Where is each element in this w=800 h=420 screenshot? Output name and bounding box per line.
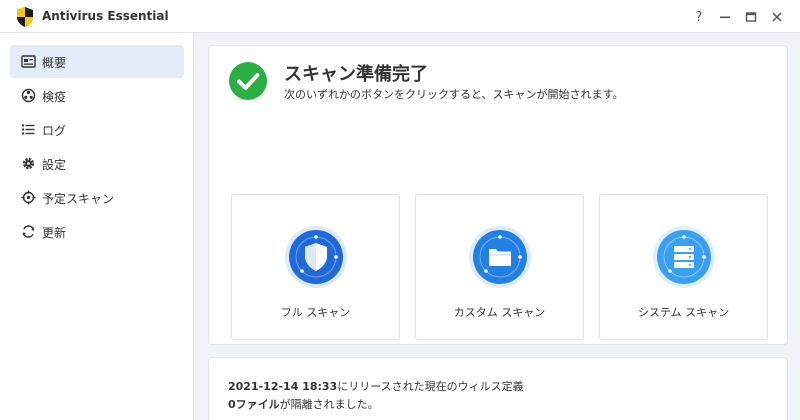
sidebar-item-overview[interactable]: 概要 — [10, 45, 184, 78]
sidebar-item-scheduled-scan[interactable]: 予定スキャン — [10, 181, 184, 214]
gear-icon — [22, 157, 35, 170]
definitions-datetime: 2021-12-14 18:33 — [228, 380, 338, 393]
server-icon — [653, 226, 715, 288]
custom-scan-button[interactable]: カスタム スキャン — [415, 194, 584, 340]
check-circle-icon — [229, 62, 267, 100]
title-bar: Antivirus Essential ? — [0, 0, 800, 33]
sidebar-item-label: 検疫 — [42, 90, 67, 104]
maximize-icon — [745, 12, 757, 22]
refresh-icon — [22, 225, 35, 238]
app-title: Antivirus Essential — [42, 9, 169, 23]
sidebar-item-log[interactable]: ログ — [10, 113, 184, 146]
crosshair-icon — [21, 190, 36, 205]
sidebar: 概要 検疫 ログ 設定 予定スキャン 更新 — [0, 33, 194, 420]
scan-status-panel: スキャン準備完了 次のいずれかのボタンをクリックすると、スキャンが開始されます。… — [208, 45, 788, 345]
maximize-button[interactable] — [741, 7, 761, 27]
overview-icon — [21, 55, 36, 68]
sidebar-item-label: ログ — [42, 124, 67, 138]
sidebar-item-update[interactable]: 更新 — [10, 215, 184, 248]
status-description: 次のいずれかのボタンをクリックすると、スキャンが開始されます。 — [284, 88, 624, 101]
sidebar-item-label: 更新 — [42, 226, 67, 240]
system-scan-button[interactable]: システム スキャン — [599, 194, 768, 340]
page-title: スキャン準備完了 — [284, 64, 428, 85]
definitions-info: 2021-12-14 18:33にリリースされた現在のウィルス定義 — [228, 378, 524, 394]
definitions-release-text: にリリースされた現在のウィルス定義 — [337, 380, 524, 393]
quarantine-icon — [21, 88, 36, 103]
full-scan-button[interactable]: フル スキャン — [231, 194, 400, 340]
scan-label: フル スキャン — [280, 306, 351, 319]
sidebar-item-label: 設定 — [42, 158, 67, 172]
scan-label: カスタム スキャン — [453, 306, 546, 319]
folder-icon — [469, 226, 531, 288]
definitions-panel: 2021-12-14 18:33にリリースされた現在のウィルス定義 0ファイルが… — [208, 357, 788, 420]
quarantine-count: 0ファイル — [228, 398, 280, 411]
minimize-button[interactable] — [715, 7, 735, 27]
close-button[interactable] — [767, 7, 787, 27]
sidebar-item-quarantine[interactable]: 検疫 — [10, 79, 184, 112]
sidebar-item-settings[interactable]: 設定 — [10, 147, 184, 180]
minimize-icon — [720, 16, 730, 19]
log-list-icon — [22, 124, 35, 135]
help-button[interactable]: ? — [689, 7, 709, 27]
help-icon: ? — [695, 9, 703, 25]
app-shield-logo-icon — [17, 7, 33, 27]
sidebar-item-label: 概要 — [42, 56, 67, 70]
quarantine-text: が隔離されました。 — [279, 398, 379, 411]
shield-icon — [285, 226, 347, 288]
scan-label: システム スキャン — [637, 306, 730, 319]
close-icon — [772, 12, 782, 22]
quarantine-info: 0ファイルが隔離されました。 — [228, 396, 379, 412]
sidebar-item-label: 予定スキャン — [42, 192, 115, 206]
